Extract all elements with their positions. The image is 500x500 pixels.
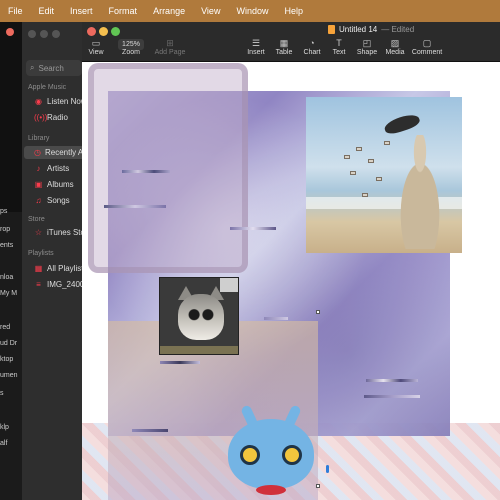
toolbar-comment-button[interactable]: ▢ Comment [410,37,444,56]
menu-bar: File Edit Insert Format Arrange View Win… [0,0,500,22]
document-canvas[interactable] [82,63,500,500]
manaphy-figure-image[interactable] [222,404,320,500]
menu-file[interactable]: File [0,6,31,16]
pages-toolbar: Untitled 14 — Edited ▭ View 125% Zoom ⊞ … [82,22,500,62]
finder-item-fragment[interactable]: s [0,390,4,397]
sidebar-item-radio[interactable]: ((•)) Radio [34,113,68,122]
section-library: Library [28,135,50,142]
minimize-button[interactable] [99,27,108,36]
sidebar-icon: ▭ [91,38,101,48]
menu-edit[interactable]: Edit [31,6,63,16]
background-window-fragment [0,22,22,212]
manaphy-collar [256,485,286,495]
section-apple-music: Apple Music [28,84,67,91]
document-title: Untitled 14 — Edited [328,25,414,34]
zoom-button[interactable] [52,30,60,38]
text-insertion-marker[interactable] [326,465,329,473]
document-status: — Edited [381,25,415,34]
buddha-beach-image[interactable] [306,97,462,253]
finder-item-fragment[interactable]: My M [0,290,17,297]
sidebar-item-songs[interactable]: ♫ Songs [34,196,70,205]
buddha-statue [390,135,450,249]
add-page-icon: ⊞ [166,38,174,48]
toolbar-add-page-button[interactable]: ⊞ Add Page [152,37,188,56]
sidebar-item-artists[interactable]: ♪ Artists [34,164,70,173]
play-circle-icon: ◉ [35,97,42,106]
zoom-button[interactable] [111,27,120,36]
sidebar-item-listen-now[interactable]: ◉ Listen Now [34,97,82,106]
search-icon: ⌕ [30,63,35,72]
document-name: Untitled 14 [339,25,378,34]
search-input[interactable]: ⌕ Search [26,60,82,76]
playlist-icon: ≡ [36,280,41,289]
search-placeholder: Search [38,63,64,73]
finder-item-fragment[interactable]: ents [0,242,13,249]
cat-video-image[interactable] [159,277,239,355]
finder-item-fragment[interactable]: ktop [0,356,13,363]
toolbar-media-button[interactable]: ▨ Media [378,37,412,56]
finder-item-fragment[interactable]: alf [0,440,7,447]
menu-help[interactable]: Help [276,6,311,16]
media-icon: ▨ [390,38,400,48]
close-icon[interactable] [6,28,14,36]
comment-icon: ▢ [422,38,432,48]
selection-handle[interactable] [316,310,320,314]
close-button[interactable] [87,27,96,36]
menu-format[interactable]: Format [101,6,146,16]
menu-insert[interactable]: Insert [62,6,101,16]
star-icon: ☆ [34,228,43,237]
note-icon: ♫ [35,196,42,205]
music-traffic-lights [28,30,60,38]
close-button[interactable] [28,30,36,38]
sidebar-item-itunes-store[interactable]: ☆ iTunes Store [34,228,82,237]
sidebar-item-recently-added[interactable]: ◷ Recently Added [24,146,82,159]
manaphy-eye [282,445,302,465]
finder-item-fragment[interactable]: rop [0,226,10,233]
toolbar-zoom-menu[interactable]: 125% Zoom [114,37,148,56]
finder-item-fragment[interactable]: ps [0,208,7,215]
section-playlists: Playlists [28,250,54,257]
menu-window[interactable]: Window [228,6,276,16]
sidebar-item-playlist-img[interactable]: ≡ IMG_2400 [34,280,82,289]
menu-view[interactable]: View [193,6,228,16]
sidebar-item-albums[interactable]: ▣ Albums [34,180,74,189]
mic-icon: ♪ [36,164,41,173]
sidebar-item-all-playlists[interactable]: ▦ All Playlists [34,264,82,273]
bird-shape [382,111,422,137]
document-icon [328,25,335,34]
music-sidebar [22,22,82,500]
video-thumbnail-inset [220,278,238,292]
music-window: ⌕ Search Apple Music ◉ Listen Now ((•)) … [0,22,82,500]
pages-window: Untitled 14 — Edited ▭ View 125% Zoom ⊞ … [82,22,500,500]
minimize-button[interactable] [40,30,48,38]
handheld-console-image[interactable] [88,63,248,273]
grid-icon: ▦ [34,264,43,273]
finder-item-fragment[interactable]: klp [0,424,9,431]
finder-item-fragment[interactable]: red [0,324,10,331]
video-controls-bar [160,346,238,354]
album-icon: ▣ [34,180,43,189]
section-store: Store [28,216,45,223]
finder-item-fragment[interactable]: umen [0,372,18,379]
finder-item-fragment[interactable]: nloa [0,274,13,281]
toolbar-view-button[interactable]: ▭ View [82,37,113,56]
finder-item-fragment[interactable]: ud Dr [0,340,17,347]
radio-icon: ((•)) [34,113,48,122]
clock-icon: ◷ [34,148,41,157]
manaphy-eye [240,445,260,465]
menu-arrange[interactable]: Arrange [145,6,193,16]
cat-face [178,294,224,340]
